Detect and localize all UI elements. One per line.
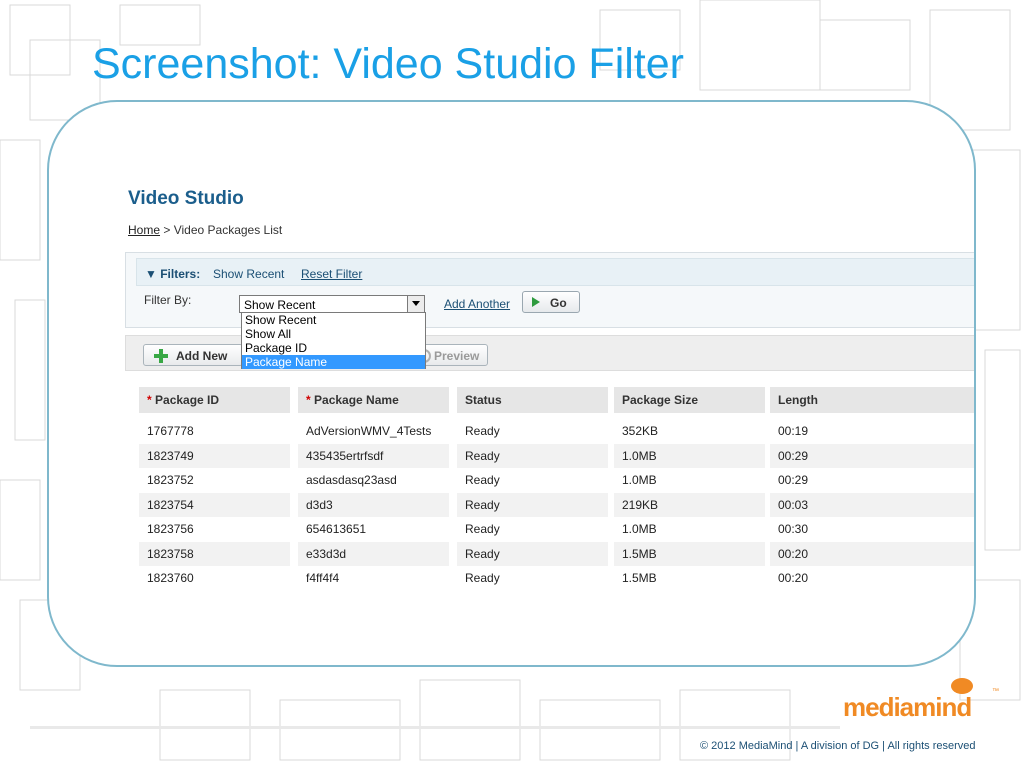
table-row[interactable]: 1823749 435435ertrfsdf Ready 1.0MB 00:29 [133,443,974,468]
dropdown-option-package-name[interactable]: Package Name [242,355,425,369]
logo-text: mediamind [843,692,972,722]
table-cell: Ready [457,541,608,566]
table-cell: Ready [457,443,608,468]
table-cell: Ready [465,571,500,585]
breadcrumb-current: Video Packages List [173,223,283,237]
filter-dropdown-list: Show Recent Show All Package ID Package … [241,312,426,369]
logo-trademark: ™ [992,688,999,695]
chevron-down-icon [412,301,420,306]
table-cell: AdVersionWMV_4Tests [306,424,432,438]
go-button-label: Go [550,296,567,310]
footer-divider [30,726,840,729]
table-row[interactable]: 1823756 654613651 Ready 1.0MB 00:30 [133,517,974,541]
table-cell: d3d3 [298,492,449,517]
table-cell: e33d3d [298,541,449,566]
table-cell: asdasdasq23asd [306,473,397,487]
breadcrumb-home-link[interactable]: Home [128,223,160,237]
go-button[interactable]: Go [522,291,580,313]
column-header[interactable]: Length [770,387,974,413]
filter-select-value: Show Recent [244,298,316,312]
column-header-label: Package Name [314,393,399,407]
column-header-label: Status [465,393,502,407]
table-cell: 00:19 [778,424,809,438]
column-header[interactable]: * Package ID [139,387,290,413]
video-studio-screenshot: Video Studio Home > Video Packages List … [49,102,974,665]
play-icon [532,297,540,307]
active-filter-label: Show Recent [213,267,285,281]
breadcrumb-separator: > [160,223,174,237]
table-row[interactable]: 1823752 asdasdasq23asd Ready 1.0MB 00:29 [133,468,974,492]
table-cell: 654613651 [306,522,367,536]
table-header-row: * Package ID * Package Name Status Package … [133,387,974,413]
column-header[interactable]: Status [457,387,608,413]
column-header-label: Package Size [622,393,699,407]
table-row[interactable]: 1823760 f4ff4f4 Ready 1.5MB 00:20 [133,566,974,590]
table-cell: f4ff4f4 [306,571,340,585]
table-row[interactable]: 1767778 AdVersionWMV_4Tests Ready 352KB 00:1… [133,419,974,443]
table-cell: 1823754 [139,492,290,517]
table-cell: 435435ertrfsdf [298,443,449,468]
filters-toggle[interactable]: ▼ Filters: [145,267,200,281]
slide-title: Screenshot: Video Studio Filter [92,40,684,88]
table-cell: 1767778 [147,424,194,438]
table-cell: 1823760 [147,571,194,585]
reset-filter-link[interactable]: Reset Filter [301,267,362,281]
table-cell: 00:20 [770,541,974,566]
table-cell: 219KB [614,492,765,517]
table-cell: 1823756 [147,522,194,536]
table-cell: 1.0MB [622,473,657,487]
table-row[interactable]: 1823754 d3d3 Ready 219KB 00:03 [133,492,974,517]
mediamind-logo: mediamind ™ [843,678,999,728]
dropdown-option-show-recent[interactable]: Show Recent [242,313,425,327]
table-cell: 1.5MB [622,571,657,585]
table-cell: 352KB [622,424,659,438]
column-header[interactable]: Package Size [614,387,765,413]
plus-icon [154,349,168,363]
table-cell: Ready [465,522,500,536]
filter-by-label: Filter By: [144,293,192,307]
table-cell: 1.0MB [614,443,765,468]
filters-bar: ▼ Filters: Show Recent Reset Filter [136,258,974,286]
table-cell: 00:29 [778,473,809,487]
add-another-link[interactable]: Add Another [444,297,510,311]
filter-select[interactable]: Show Recent [239,295,425,313]
column-header-label: Package ID [155,393,220,407]
dropdown-option-show-all[interactable]: Show All [242,327,425,341]
table-cell: 00:30 [778,522,809,536]
required-marker: * [306,393,311,407]
required-marker: * [147,393,152,407]
table-cell: 00:20 [778,571,809,585]
column-header-label: Length [778,393,818,407]
table-cell: Ready [457,492,608,517]
add-new-button[interactable]: Add New [143,344,243,366]
table-cell: 1.0MB [622,522,657,536]
table-cell: Ready [465,473,500,487]
breadcrumb: Home > Video Packages List [128,223,282,237]
table-cell: 1823758 [139,541,290,566]
table-cell: 1.5MB [614,541,765,566]
table-cell: Ready [465,424,500,438]
dropdown-option-package-id[interactable]: Package ID [242,341,425,355]
preview-label: Preview [434,349,480,363]
screenshot-frame: Video Studio Home > Video Packages List … [47,100,976,667]
column-header[interactable]: * Package Name [298,387,449,413]
table-cell: 00:03 [770,492,974,517]
table-row[interactable]: 1823758 e33d3d Ready 1.5MB 00:20 [133,541,974,566]
table-cell: 1823752 [147,473,194,487]
copyright-text: © 2012 MediaMind | A division of DG | Al… [700,740,976,752]
dropdown-button[interactable] [407,296,424,312]
table-cell: 1823749 [139,443,290,468]
page-title: Video Studio [128,188,244,209]
add-new-label: Add New [176,349,228,363]
table-cell: 00:29 [770,443,974,468]
